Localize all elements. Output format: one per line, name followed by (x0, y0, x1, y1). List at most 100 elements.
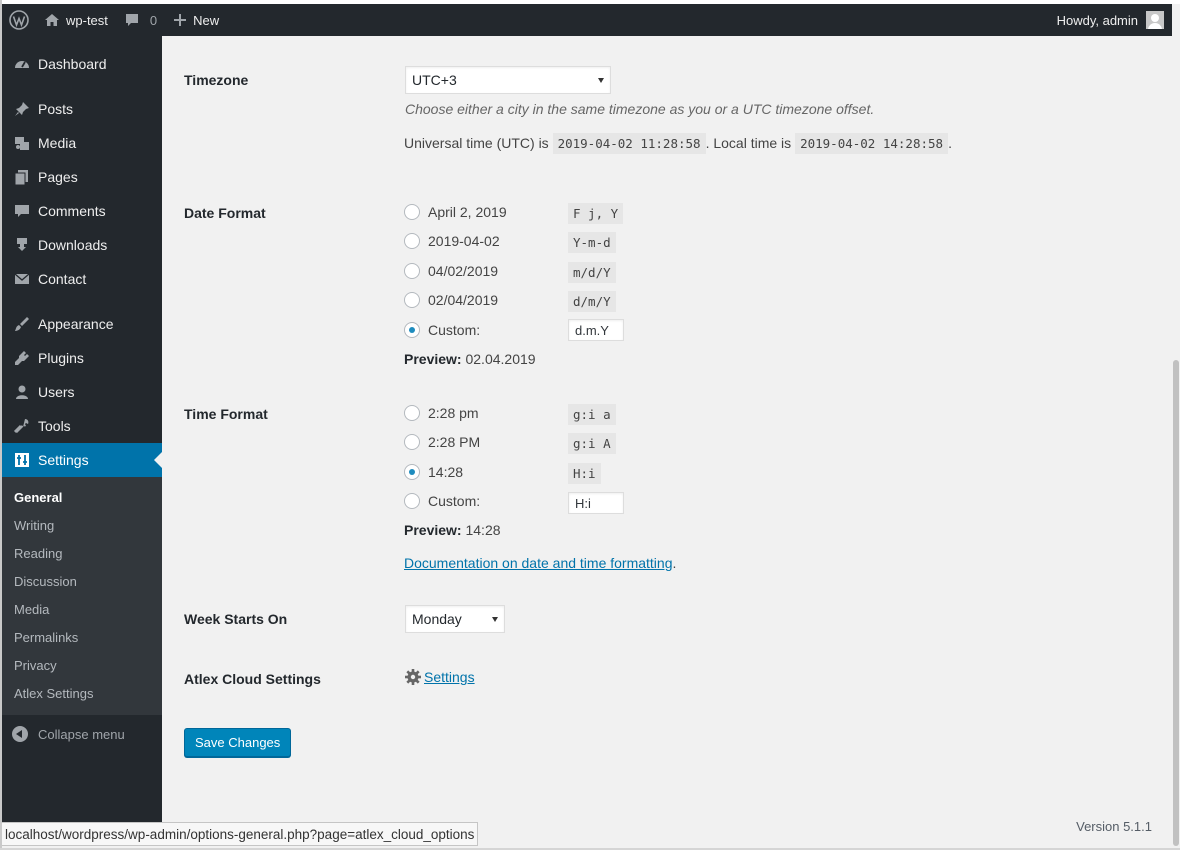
submenu-item-media[interactable]: Media (2, 595, 162, 623)
week-starts-select[interactable]: Monday (405, 605, 505, 633)
time-suffix: . (948, 135, 952, 151)
sidebar-item-label: Contact (38, 271, 87, 287)
submenu-item-permalinks[interactable]: Permalinks (2, 623, 162, 651)
sidebar-item-media[interactable]: Media (2, 126, 162, 160)
submenu-item-reading[interactable]: Reading (2, 539, 162, 567)
scrollbar-thumb[interactable] (1173, 360, 1179, 846)
pin-icon (12, 99, 32, 119)
date-format-radio[interactable] (404, 204, 420, 220)
brush-icon (12, 314, 32, 334)
sidebar-item-label: Dashboard (38, 56, 107, 72)
time-format-radio[interactable] (404, 405, 420, 421)
time-format-option-label: 2:28 pm (428, 405, 479, 421)
sidebar-item-label: Users (38, 384, 75, 400)
date-format-option[interactable]: April 2, 2019 (404, 202, 569, 222)
custom-date-format-input[interactable]: d.m.Y (568, 319, 624, 341)
date-preview-value: 02.04.2019 (465, 351, 536, 367)
site-name-link[interactable]: wp-test (36, 4, 116, 36)
sidebar-item-plugins[interactable]: Plugins (2, 341, 162, 375)
submenu-item-atlex-settings[interactable]: Atlex Settings (2, 679, 162, 707)
custom-time-format-input[interactable]: H:i (568, 492, 624, 514)
sidebar-item-label: Downloads (38, 237, 108, 253)
documentation-line: Documentation on date and time formattin… (404, 555, 676, 571)
documentation-link[interactable]: Documentation on date and time formattin… (404, 555, 673, 571)
time-format-radio[interactable] (404, 434, 420, 450)
comments-link[interactable]: 0 (116, 4, 165, 36)
date-format-option-custom[interactable]: Custom: (404, 320, 569, 340)
submenu-item-writing[interactable]: Writing (2, 511, 162, 539)
wordpress-logo-icon[interactable] (2, 4, 36, 36)
settings-submenu: General Writing Reading Discussion Media… (2, 477, 162, 715)
media-icon (12, 133, 32, 153)
date-format-option-label: 02/04/2019 (428, 292, 499, 308)
sidebar-item-users[interactable]: Users (2, 375, 162, 409)
atlex-settings-link[interactable]: Settings (424, 669, 475, 685)
time-format-option[interactable]: 2:28 pm (404, 403, 569, 423)
collapse-menu-button[interactable]: Collapse menu (2, 717, 162, 751)
date-format-label: Date Format (184, 205, 266, 221)
wp-version: Version 5.1.1 (1076, 819, 1152, 834)
timezone-select[interactable]: UTC+3 (405, 66, 611, 94)
time-format-radio[interactable] (404, 464, 420, 480)
time-preview-label: Preview: (404, 522, 462, 538)
sidebar-item-settings[interactable]: Settings (2, 443, 162, 477)
sidebar-item-label: Appearance (38, 316, 114, 332)
status-bar-url: localhost/wordpress/wp-admin/options-gen… (2, 822, 479, 846)
time-format-code: H:i (568, 463, 601, 484)
settings-icon (12, 450, 32, 470)
howdy-text: Howdy, admin (1056, 12, 1138, 28)
time-format-code: g:i A (568, 433, 616, 454)
sidebar-item-tools[interactable]: Tools (2, 409, 162, 443)
time-format-option[interactable]: 2:28 PM (404, 432, 569, 452)
sidebar-item-comments[interactable]: Comments (2, 194, 162, 228)
atlex-settings-link-wrap[interactable]: Settings (404, 668, 475, 686)
sidebar-item-contact[interactable]: Contact (2, 262, 162, 296)
date-preview: Preview: 02.04.2019 (404, 351, 536, 367)
submenu-item-discussion[interactable]: Discussion (2, 567, 162, 595)
mail-icon (12, 269, 32, 289)
date-format-radio[interactable] (404, 292, 420, 308)
date-format-code: Y-m-d (568, 232, 616, 253)
my-account[interactable]: Howdy, admin (1057, 11, 1172, 29)
submenu-item-general[interactable]: General (2, 483, 162, 511)
date-format-option[interactable]: 04/02/2019 (404, 261, 569, 281)
utc-prefix: Universal time (UTC) is (404, 135, 549, 151)
sidebar-item-label: Media (38, 135, 77, 151)
date-format-code: F j, Y (568, 203, 624, 224)
sidebar-item-posts[interactable]: Posts (2, 92, 162, 126)
sidebar-item-pages[interactable]: Pages (2, 160, 162, 194)
time-format-option[interactable]: 14:28 (404, 462, 569, 482)
sidebar-item-downloads[interactable]: Downloads (2, 228, 162, 262)
sidebar-item-dashboard[interactable]: Dashboard (2, 47, 162, 81)
collapse-arrow-icon (12, 726, 28, 742)
date-format-option[interactable]: 2019-04-02 (404, 231, 569, 251)
chevron-down-icon (492, 617, 498, 622)
date-format-option-label: Custom: (428, 322, 481, 338)
date-format-code: d/m/Y (568, 291, 616, 312)
save-changes-button[interactable]: Save Changes (184, 728, 292, 757)
timezone-value: UTC+3 (412, 72, 457, 88)
date-format-option-label: 2019-04-02 (428, 233, 500, 249)
new-label: New (193, 12, 220, 28)
sidebar-item-label: Comments (38, 203, 106, 219)
new-content-link[interactable]: New (165, 4, 227, 36)
settings-form: Timezone UTC+3 Choose either a city in t… (162, 36, 1172, 834)
sidebar-item-appearance[interactable]: Appearance (2, 307, 162, 341)
local-prefix: . Local time is (705, 135, 792, 151)
submenu-item-privacy[interactable]: Privacy (2, 651, 162, 679)
comments-count: 0 (149, 12, 158, 28)
date-preview-label: Preview: (404, 351, 462, 367)
download-icon (12, 235, 32, 255)
sidebar-item-label: Tools (38, 418, 71, 434)
plus-icon (173, 13, 187, 27)
comment-icon (12, 201, 32, 221)
time-format-option-custom[interactable]: Custom: (404, 491, 569, 511)
date-format-option[interactable]: 02/04/2019 (404, 290, 569, 310)
atlex-cloud-label: Atlex Cloud Settings (184, 671, 321, 687)
date-format-radio[interactable] (404, 233, 420, 249)
time-info: Universal time (UTC) is 2019-04-02 11:28… (404, 133, 952, 154)
date-format-radio-custom[interactable] (404, 322, 420, 338)
date-format-radio[interactable] (404, 263, 420, 279)
time-format-radio-custom[interactable] (404, 493, 420, 509)
date-format-code: m/d/Y (568, 262, 616, 283)
